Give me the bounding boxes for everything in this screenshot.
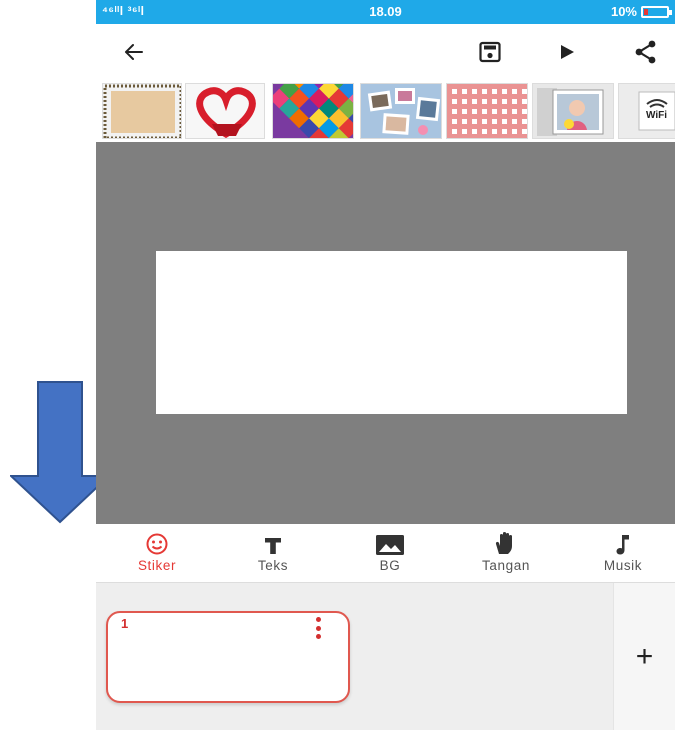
share-icon xyxy=(635,40,656,64)
tab-stiker[interactable]: Stiker xyxy=(102,524,212,582)
slide-timeline: 1 + xyxy=(96,582,675,730)
tool-tab-bar: Stiker Teks BG Tangan Musik xyxy=(96,524,675,582)
slide-canvas[interactable] xyxy=(156,251,627,414)
phone-screen: ⁴⁶ᴵᴵl ³⁶ᴵl 18.09 10% WiFi Stiker Teks BG… xyxy=(96,0,675,730)
battery-percentage: 10% xyxy=(610,4,637,19)
back-button[interactable] xyxy=(116,34,152,70)
wifi-thumbnail-label: WiFi xyxy=(646,110,668,121)
battery-icon xyxy=(641,6,672,18)
gingham-thumbnail[interactable] xyxy=(446,83,528,139)
photo-thumbnail[interactable] xyxy=(532,83,614,139)
tab-tangan[interactable]: Tangan xyxy=(451,524,561,582)
slide-number: 1 xyxy=(121,616,129,631)
wifi-thumbnail[interactable]: WiFi xyxy=(618,83,675,139)
tab-bg[interactable]: BG xyxy=(335,524,445,582)
collage-thumbnail[interactable] xyxy=(360,83,442,139)
text-icon xyxy=(265,538,281,554)
save-button[interactable] xyxy=(472,34,508,70)
tab-teks[interactable]: Teks xyxy=(218,524,328,582)
play-icon xyxy=(561,45,574,59)
play-button[interactable] xyxy=(549,34,585,70)
tab-label: Stiker xyxy=(137,558,177,573)
share-button[interactable] xyxy=(628,34,664,70)
smiley-icon xyxy=(146,533,168,555)
slide-more-menu-icon[interactable] xyxy=(314,617,322,639)
floppy-disk-icon xyxy=(479,41,501,63)
editor-canvas-area xyxy=(96,142,675,524)
toolbar xyxy=(96,24,675,80)
mosaic-thumbnail[interactable] xyxy=(272,83,354,139)
heart-thumbnail[interactable] xyxy=(185,83,265,139)
image-icon xyxy=(376,535,404,555)
frame-thumbnail[interactable] xyxy=(102,83,182,139)
arrow-left-icon xyxy=(125,44,143,60)
music-note-icon xyxy=(616,535,629,555)
tab-label: Musik xyxy=(603,558,643,573)
page: ⁴⁶ᴵᴵl ³⁶ᴵl 18.09 10% WiFi Stiker Teks BG… xyxy=(0,0,675,730)
status-time: 18.09 xyxy=(369,4,402,19)
tab-label: BG xyxy=(379,558,401,573)
background-thumbnail-strip: WiFi xyxy=(96,80,675,142)
annotation-arrow-down-icon xyxy=(10,381,110,524)
add-slide-button[interactable]: + xyxy=(613,583,675,730)
hand-icon xyxy=(495,531,512,554)
tab-label: Teks xyxy=(257,558,289,573)
slide-card[interactable]: 1 xyxy=(106,611,350,703)
status-bar: ⁴⁶ᴵᴵl ³⁶ᴵl 18.09 10% xyxy=(96,0,675,24)
tab-musik[interactable]: Musik xyxy=(568,524,675,582)
plus-icon: + xyxy=(635,640,654,673)
tab-label: Tangan xyxy=(482,558,530,573)
